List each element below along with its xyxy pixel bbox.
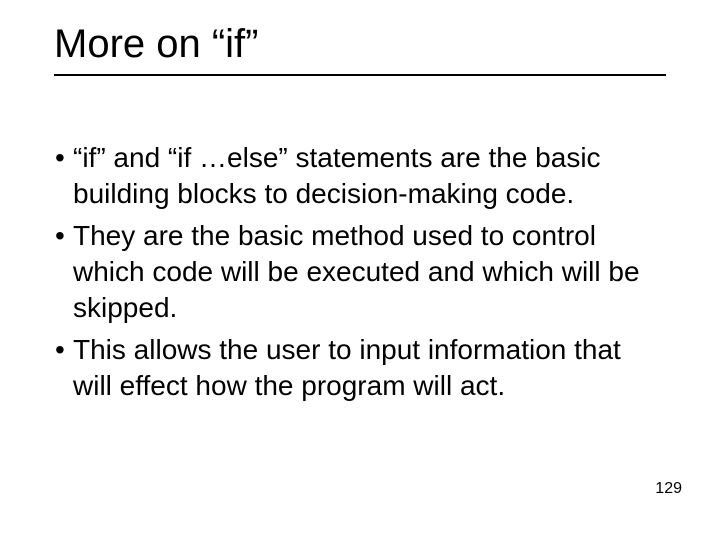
- page-number: 129: [655, 480, 682, 498]
- bullet-dot-icon: •: [55, 140, 73, 176]
- bullet-text: “if” and “if …else” statements are the b…: [73, 140, 666, 212]
- slide: More on “if” • “if” and “if …else” state…: [0, 0, 720, 540]
- bullet-list: • “if” and “if …else” statements are the…: [55, 140, 666, 410]
- bullet-text: They are the basic method used to contro…: [73, 218, 666, 326]
- bullet-dot-icon: •: [55, 332, 73, 368]
- bullet-dot-icon: •: [55, 218, 73, 254]
- list-item: • They are the basic method used to cont…: [55, 218, 666, 326]
- bullet-text: This allows the user to input informatio…: [73, 332, 666, 404]
- title-underline: [54, 74, 666, 76]
- list-item: • “if” and “if …else” statements are the…: [55, 140, 666, 212]
- list-item: • This allows the user to input informat…: [55, 332, 666, 404]
- page-title: More on “if”: [54, 22, 259, 67]
